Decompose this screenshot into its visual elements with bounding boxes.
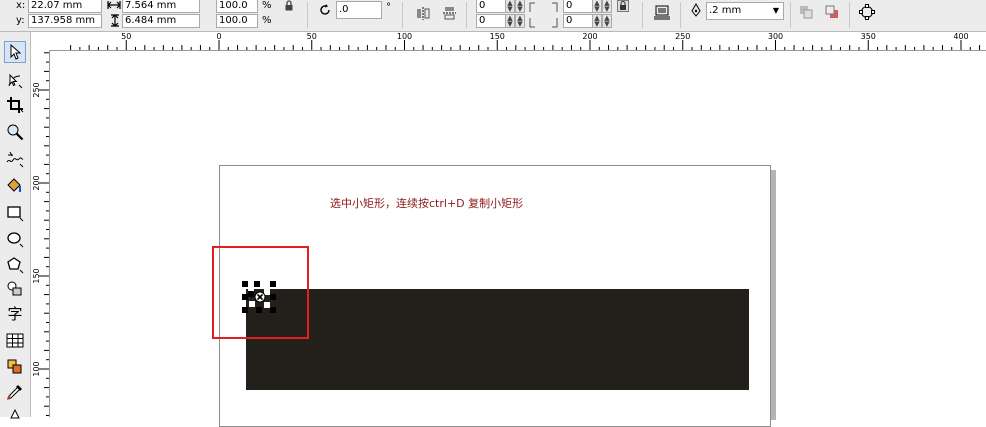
width-icon	[107, 0, 121, 13]
mirror-vertical-icon[interactable]	[440, 4, 458, 22]
ruler-label: 350	[860, 32, 876, 41]
ruler-label: 100	[396, 32, 413, 41]
ruler-label: 150	[489, 32, 505, 41]
convert-to-curves-icon[interactable]	[858, 3, 876, 21]
corner-spinner[interactable]: ▲ ▼	[592, 14, 602, 28]
corner-bracket-icon	[528, 2, 536, 31]
percent-label: %	[262, 15, 272, 26]
separator	[466, 2, 467, 28]
basic-shapes-icon[interactable]	[4, 278, 26, 300]
toolbox: 字	[0, 32, 31, 419]
corner-spinner[interactable]: ▲ ▼	[515, 14, 525, 28]
ruler-label: 250	[675, 32, 691, 41]
horizontal-ruler-ticks	[70, 40, 981, 50]
corner-radius-bottom-right[interactable]: 0	[563, 14, 593, 28]
outline-width-dropdown[interactable]: .2 mm ▼	[706, 2, 784, 20]
outline-pen-icon	[690, 2, 702, 20]
separator	[307, 2, 308, 28]
ruler-label: 400	[953, 32, 969, 41]
highlight-box	[212, 246, 309, 339]
y-label: y:	[16, 15, 25, 26]
crop-tool-icon[interactable]	[4, 94, 26, 116]
lock-ratio-icon[interactable]	[284, 0, 294, 14]
y-position-field[interactable]: 137.958 mm	[28, 14, 102, 28]
wrap-text-icon[interactable]	[653, 3, 671, 21]
mirror-horizontal-icon[interactable]	[414, 4, 432, 22]
corner-spinner[interactable]: ▲ ▼	[602, 14, 612, 28]
table-tool-icon[interactable]	[4, 330, 26, 352]
x-label: x:	[16, 0, 26, 11]
separator	[402, 2, 403, 28]
vertical-ruler[interactable]: 250 200 150 100	[31, 50, 50, 417]
instruction-annotation: 选中小矩形，连续按ctrl+D 复制小矩形	[330, 197, 524, 210]
zoom-tool-icon[interactable]	[4, 121, 26, 143]
text-tool-icon[interactable]: 字	[4, 302, 26, 324]
to-front-icon[interactable]	[797, 3, 815, 21]
outline-pen-icon[interactable]	[4, 404, 26, 426]
separator	[849, 2, 850, 28]
ruler-label: 150	[32, 268, 41, 284]
to-back-icon[interactable]	[823, 3, 841, 21]
corner-spinner[interactable]: ▲ ▼	[602, 0, 612, 13]
ruler-label: 200	[32, 175, 41, 191]
ruler-label: 300	[767, 32, 784, 41]
ellipse-tool-icon[interactable]	[4, 228, 26, 250]
corner-lock-icon[interactable]	[617, 0, 629, 15]
smart-fill-icon[interactable]	[4, 175, 26, 197]
x-position-field[interactable]: 22.07 mm	[28, 0, 102, 13]
ruler-label: 250	[32, 82, 41, 98]
corner-spinner[interactable]: ▲ ▼	[592, 0, 602, 13]
rotation-angle-field[interactable]: .0	[336, 1, 382, 19]
scale-width-field[interactable]: 100.0	[216, 0, 258, 13]
pick-tool-icon[interactable]	[4, 41, 26, 63]
large-dark-rectangle[interactable]	[246, 289, 749, 390]
chevron-down-icon: ▼	[772, 6, 779, 15]
corner-radius-top-right[interactable]: 0	[563, 0, 593, 13]
ruler-label: 100	[32, 361, 41, 377]
text-tool-glyph: 字	[7, 304, 23, 323]
shape-tool-icon[interactable]	[4, 70, 26, 92]
polygon-tool-icon[interactable]	[4, 254, 26, 276]
width-field[interactable]: 7.564 mm	[122, 0, 200, 13]
scale-height-field[interactable]: 100.0	[216, 14, 258, 28]
freehand-tool-icon[interactable]	[4, 148, 26, 170]
corner-radius-bottom-left[interactable]: 0	[476, 14, 506, 28]
interactive-tool-icon[interactable]	[4, 356, 26, 378]
ruler-label: 0	[216, 32, 222, 41]
ruler-label: 50	[121, 32, 132, 41]
corner-spinner[interactable]: ▲ ▼	[505, 0, 515, 13]
property-bar: x: 22.07 mm y: 137.958 mm 7.564 mm 6.484…	[0, 0, 986, 32]
rotation-icon	[318, 3, 332, 20]
ruler-label: 50	[306, 32, 317, 41]
separator	[790, 2, 791, 28]
ruler-label: 200	[582, 32, 598, 41]
rectangle-tool-icon[interactable]	[4, 202, 26, 224]
corner-bracket-icon	[551, 2, 559, 31]
height-field[interactable]: 6.484 mm	[122, 14, 200, 28]
eyedropper-tool-icon[interactable]	[4, 381, 26, 403]
separator	[642, 2, 643, 28]
corner-spinner[interactable]: ▲ ▼	[515, 0, 525, 13]
outline-width-value: .2 mm	[709, 5, 742, 16]
height-icon	[110, 14, 120, 30]
percent-label: %	[262, 0, 272, 11]
corner-radius-top-left[interactable]: 0	[476, 0, 506, 13]
separator	[680, 2, 681, 28]
horizontal-ruler[interactable]: 50 0 50 100 150 200 250 300 350 400	[31, 32, 986, 51]
degree-label: °	[386, 2, 391, 13]
corner-spinner[interactable]: ▲ ▼	[505, 14, 515, 28]
